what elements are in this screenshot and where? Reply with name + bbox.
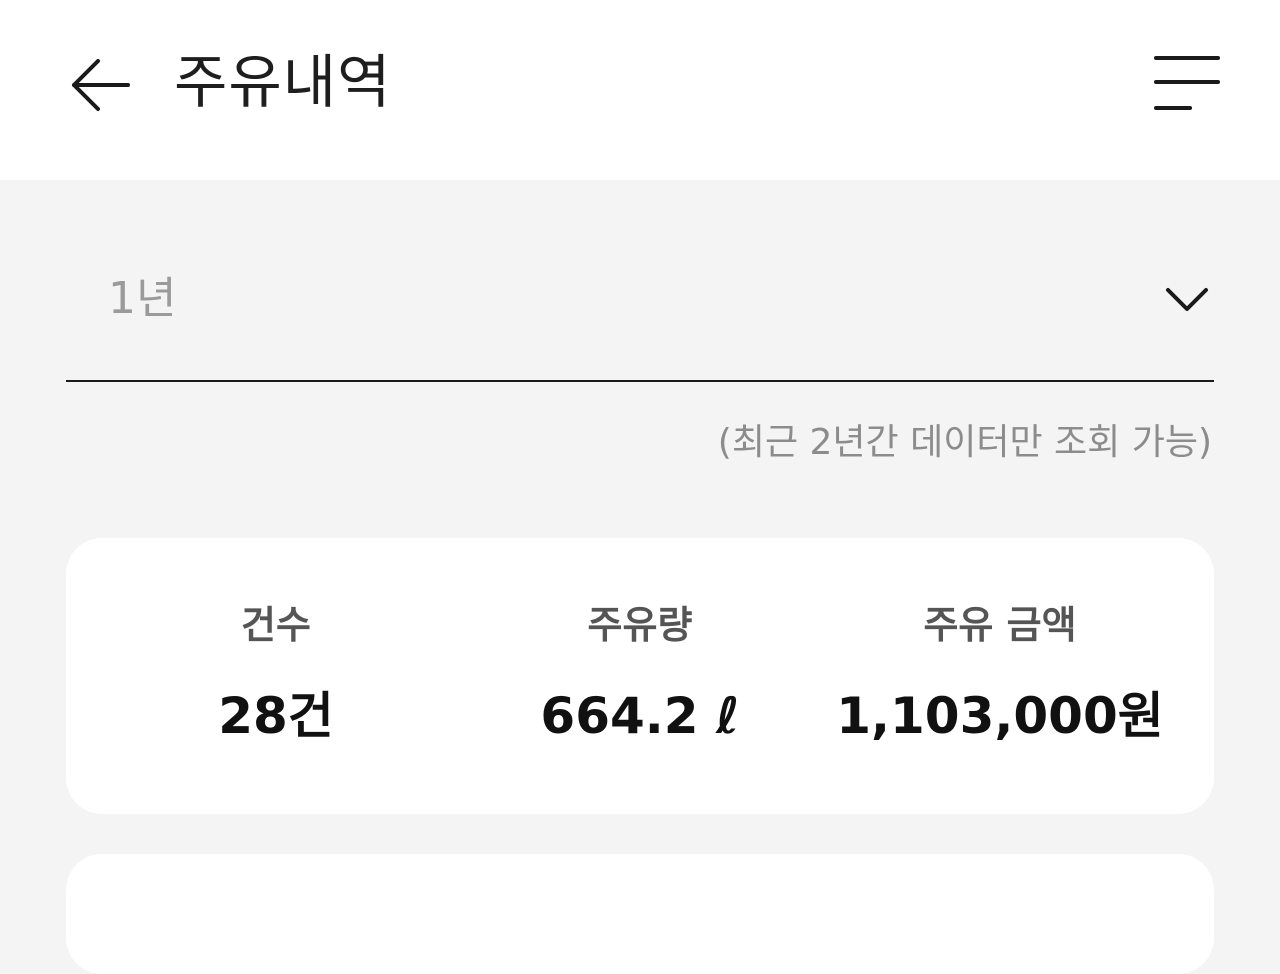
stat-value: 28건 xyxy=(218,687,334,745)
period-selected-value: 1년 xyxy=(108,273,177,324)
back-button[interactable] xyxy=(62,50,138,120)
chevron-down-icon xyxy=(1160,278,1214,322)
stat-value: 1,103,000원 xyxy=(836,687,1164,745)
history-card xyxy=(66,854,1214,974)
period-notice: (최근 2년간 데이터만 조회 가능) xyxy=(717,422,1212,463)
stat-value: 664.2 ℓ xyxy=(540,687,740,745)
summary-card: 건수 28건 주유량 664.2 ℓ 주유 금액 1,103,000원 xyxy=(66,538,1214,814)
arrow-left-icon xyxy=(72,59,130,111)
stat-label: 주유 금액 xyxy=(923,603,1077,647)
menu-button[interactable] xyxy=(1146,48,1230,120)
app-header: 주유내역 xyxy=(0,0,1280,180)
period-dropdown[interactable]: 1년 xyxy=(66,232,1214,382)
page-title: 주유내역 xyxy=(174,48,392,116)
stat-label: 주유량 xyxy=(587,603,693,647)
stat-label: 건수 xyxy=(241,603,311,647)
